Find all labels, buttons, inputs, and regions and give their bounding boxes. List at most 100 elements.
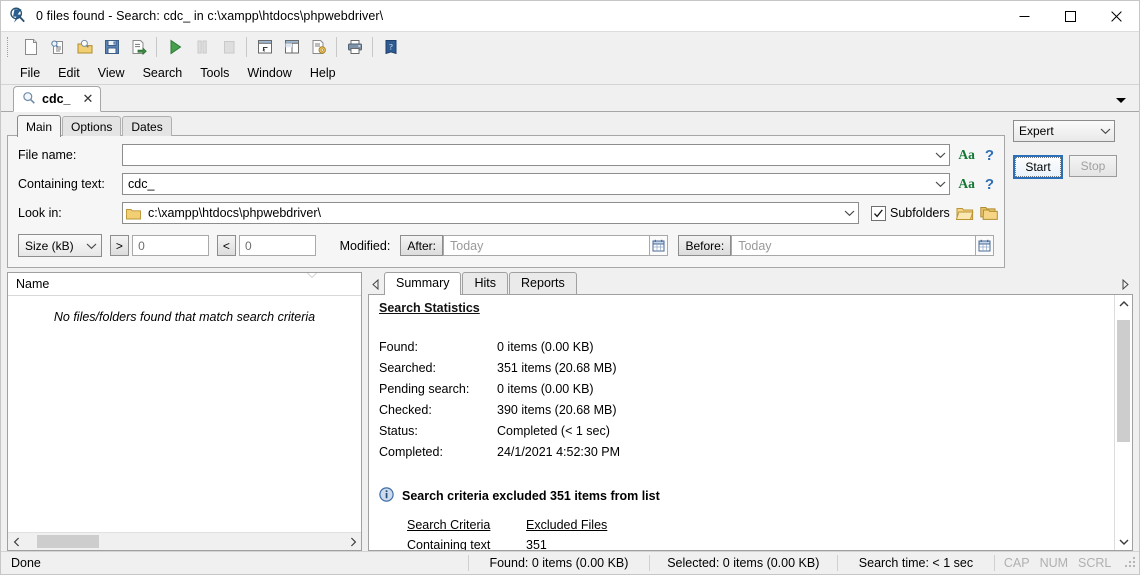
- action-column: Expert Start Stop: [1005, 116, 1133, 268]
- stop-button[interactable]: Stop: [1069, 155, 1117, 177]
- tab-summary[interactable]: Summary: [384, 272, 462, 295]
- maximize-button[interactable]: [1047, 1, 1093, 31]
- results-scroll-left-chevron-left-icon[interactable]: [8, 534, 25, 549]
- tab-main[interactable]: Main: [17, 115, 62, 137]
- menu-file[interactable]: File: [11, 63, 49, 83]
- size-less-than-button[interactable]: <: [216, 235, 237, 256]
- stat-value: 0 items (0.00 KB): [497, 382, 594, 396]
- save-icon[interactable]: [98, 34, 125, 60]
- document-tab-strip: cdc_ ✕: [1, 85, 1139, 112]
- results-column-name-label[interactable]: Name: [8, 277, 49, 291]
- window-title: 0 files found - Search: cdc_ in c:\xampp…: [36, 9, 384, 23]
- size-greater-than-button[interactable]: >: [109, 235, 130, 256]
- menu-help[interactable]: Help: [301, 63, 345, 83]
- print-icon[interactable]: [341, 34, 368, 60]
- results-scroll-track[interactable]: [25, 534, 344, 549]
- look-in-input[interactable]: c:\xampp\htdocs\phpwebdriver\: [122, 202, 859, 224]
- exclusion-notice-text: Search criteria excluded 351 items from …: [402, 489, 660, 503]
- excluded-col-files-link[interactable]: Excluded Files: [526, 518, 607, 532]
- document-tab-cdc[interactable]: cdc_ ✕: [13, 86, 102, 112]
- modified-after-button[interactable]: After:: [400, 235, 444, 256]
- stop-search-icon[interactable]: [215, 34, 242, 60]
- details-scroll-track[interactable]: [1115, 312, 1132, 533]
- close-button[interactable]: [1093, 1, 1139, 31]
- results-scroll-right-chevron-right-icon[interactable]: [344, 534, 361, 549]
- containing-text-chevron-down-icon[interactable]: [932, 175, 949, 193]
- status-indicator-num: NUM: [1039, 556, 1069, 570]
- size-unit-select[interactable]: Size (kB): [18, 234, 102, 257]
- tab-options[interactable]: Options: [62, 116, 122, 136]
- menu-search[interactable]: Search: [134, 63, 192, 83]
- modified-after-calendar-icon[interactable]: [650, 235, 669, 256]
- modified-before-button[interactable]: Before:: [678, 235, 732, 256]
- status-found: Found: 0 items (0.00 KB): [468, 555, 648, 571]
- criteria-fields: File name: Aa ? Containing text: cdc_ Aa…: [7, 135, 1005, 268]
- containing-text-input[interactable]: cdc_: [122, 173, 951, 195]
- modified-label: Modified:: [339, 238, 391, 253]
- tab-hits[interactable]: Hits: [462, 272, 509, 294]
- toolbar-grip: [7, 37, 11, 57]
- pause-search-icon[interactable]: [188, 34, 215, 60]
- details-scroll-up-chevron-up-icon[interactable]: [1115, 295, 1132, 312]
- details-tabs-nav-triangle-left-icon[interactable]: [368, 274, 384, 294]
- summary-heading: Search Statistics: [379, 301, 480, 315]
- modified-after-input[interactable]: Today: [443, 235, 651, 256]
- toolbar-separator: [372, 37, 373, 57]
- excluded-col-criteria-link[interactable]: Search Criteria: [407, 518, 490, 532]
- size-unit-value: Size (kB): [25, 238, 74, 253]
- details-scroll-down-chevron-down-icon[interactable]: [1115, 533, 1132, 550]
- menu-view[interactable]: View: [89, 63, 134, 83]
- file-name-input[interactable]: [122, 144, 951, 166]
- size-less-than-input[interactable]: 0: [239, 235, 316, 256]
- details-tabs-nav-triangle-right-icon[interactable]: [1117, 274, 1133, 294]
- tab-dates[interactable]: Dates: [122, 116, 172, 136]
- subfolders-checkbox[interactable]: Subfolders: [871, 205, 950, 221]
- details-scroll-thumb[interactable]: [1117, 320, 1130, 442]
- containing-text-help-icon[interactable]: ?: [985, 176, 994, 193]
- results-list[interactable]: No files/folders found that match search…: [8, 296, 361, 532]
- document-tab-close-icon[interactable]: ✕: [83, 92, 94, 105]
- help-book-icon[interactable]: ?: [377, 34, 404, 60]
- results-sort-chevron-down-icon[interactable]: [305, 269, 319, 283]
- look-in-chevron-down-icon[interactable]: [841, 204, 858, 222]
- menu-edit[interactable]: Edit: [49, 63, 89, 83]
- multi-folder-icon[interactable]: [980, 203, 998, 223]
- size-greater-than-input[interactable]: 0: [132, 235, 209, 256]
- resize-grip-icon[interactable]: [1124, 556, 1137, 570]
- load-criteria-icon[interactable]: [71, 34, 98, 60]
- layout-panel-icon[interactable]: [251, 34, 278, 60]
- new-search-icon[interactable]: [17, 34, 44, 60]
- minimize-button[interactable]: [1001, 1, 1047, 31]
- mode-select[interactable]: Expert: [1013, 120, 1115, 142]
- details-vertical-scrollbar[interactable]: [1114, 295, 1132, 550]
- containing-text-match-case-icon[interactable]: Aa: [958, 176, 975, 192]
- toolbar-separator: [156, 37, 157, 57]
- open-folder-icon[interactable]: [955, 203, 974, 223]
- layout-split-icon[interactable]: [278, 34, 305, 60]
- export-icon[interactable]: [125, 34, 152, 60]
- menu-tools[interactable]: Tools: [191, 63, 238, 83]
- document-tabs-overflow-chevron-down-icon[interactable]: [1113, 92, 1129, 108]
- modified-before-calendar-icon[interactable]: [975, 235, 995, 256]
- excluded-col-files[interactable]: Excluded Files: [526, 518, 607, 532]
- start-button[interactable]: Start: [1013, 155, 1063, 179]
- start-stop-row: Start Stop: [1013, 155, 1133, 179]
- open-search-icon[interactable]: [44, 34, 71, 60]
- report-settings-icon[interactable]: [305, 34, 332, 60]
- results-horizontal-scrollbar[interactable]: [8, 532, 361, 550]
- file-name-chevron-down-icon[interactable]: [932, 146, 949, 164]
- look-in-label: Look in:: [18, 206, 62, 220]
- modified-before-input[interactable]: Today: [731, 235, 976, 256]
- start-search-icon[interactable]: [161, 34, 188, 60]
- criteria-tab-strip: Main Options Dates: [7, 115, 1005, 137]
- tab-reports[interactable]: Reports: [509, 272, 577, 294]
- menu-window[interactable]: Window: [238, 63, 300, 83]
- excluded-col-criteria[interactable]: Search Criteria: [407, 518, 526, 532]
- file-name-match-case-icon[interactable]: Aa: [958, 147, 975, 163]
- results-scroll-thumb[interactable]: [37, 535, 99, 548]
- subfolders-checkbox-box: [871, 205, 886, 221]
- status-bar: Done Found: 0 items (0.00 KB) Selected: …: [1, 551, 1139, 574]
- folder-icon: [123, 207, 143, 220]
- look-in-value: c:\xampp\htdocs\phpwebdriver\: [148, 206, 322, 220]
- file-name-help-icon[interactable]: ?: [985, 147, 994, 164]
